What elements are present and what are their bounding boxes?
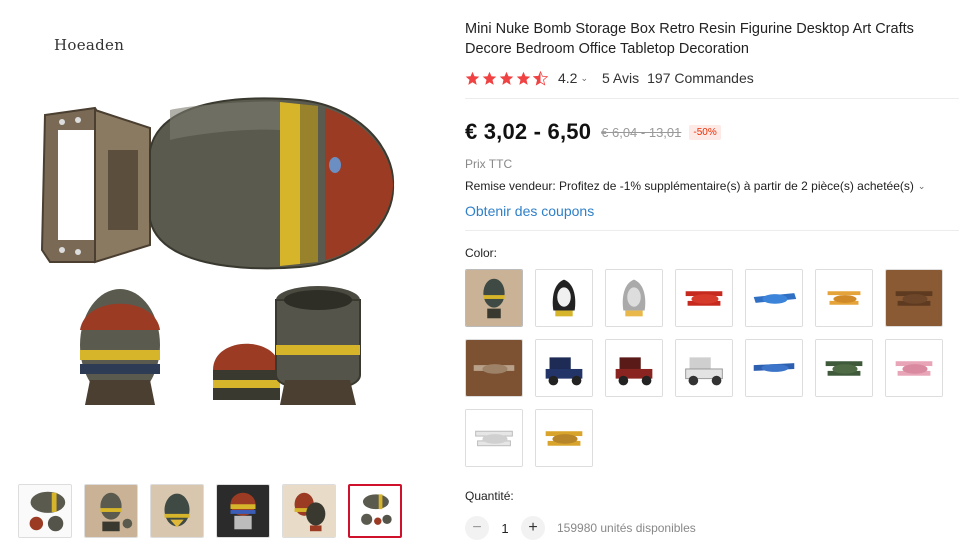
rating-row: 4.2 ⌄ 5 Avis 197 Commandes — [465, 68, 961, 88]
chevron-down-icon: ⌄ — [580, 72, 589, 83]
get-coupons-link[interactable]: Obtenir des coupons — [465, 203, 961, 219]
swatch-red-biplane[interactable] — [675, 269, 733, 327]
increment-button[interactable]: + — [521, 516, 545, 540]
swatch-blue-plane[interactable] — [745, 269, 803, 327]
star-icon — [465, 71, 480, 85]
color-label: Color: — [465, 246, 498, 260]
star-icon — [482, 71, 497, 85]
tax-note: Prix TTC — [465, 157, 513, 171]
swatch-red-vintage-car[interactable] — [605, 339, 663, 397]
swatch-egg-rocket-black[interactable] — [535, 269, 593, 327]
color-swatch-grid — [465, 269, 961, 467]
thumbnail-1[interactable] — [18, 484, 72, 538]
swatch-white-vintage-car[interactable] — [675, 339, 733, 397]
thumbnail-2[interactable] — [84, 484, 138, 538]
star-icon — [499, 71, 514, 85]
discount-badge: -50% — [689, 124, 721, 140]
divider — [465, 98, 959, 99]
quantity-value[interactable]: 1 — [489, 521, 521, 536]
quantity-stepper: − 1 + 159980 unités disponibles — [465, 516, 696, 540]
seller-discount-dropdown[interactable]: Remise vendeur: Profitez de -1% suppléme… — [465, 179, 961, 193]
swatch-bomb-photo[interactable] — [465, 269, 523, 327]
minus-icon: − — [472, 519, 482, 536]
swatch-white-biplane[interactable] — [465, 409, 523, 467]
thumbnail-4[interactable] — [216, 484, 270, 538]
price-row: € 3,02 - 6,50 € 6,04 - 13,01 -50% — [465, 119, 961, 145]
product-title: Mini Nuke Bomb Storage Box Retro Resin F… — [465, 21, 914, 57]
star-rating — [465, 70, 548, 86]
swatch-gold-biplane[interactable] — [535, 409, 593, 467]
bomb-image-icon — [40, 97, 395, 405]
plus-icon: + — [528, 519, 538, 536]
thumbnail-6-selected[interactable] — [348, 484, 402, 538]
swatch-brown-biplane-photo[interactable] — [885, 269, 943, 327]
product-info-panel: Mini Nuke Bomb Storage Box Retro Resin F… — [465, 0, 961, 467]
seller-discount-text: Remise vendeur: Profitez de -1% suppléme… — [465, 179, 914, 193]
swatch-green-biplane[interactable] — [815, 339, 873, 397]
thumbnail-3[interactable] — [150, 484, 204, 538]
current-price: € 3,02 - 6,50 — [465, 119, 592, 144]
chevron-down-icon: ⌄ — [917, 180, 926, 191]
swatch-blue-monoplane[interactable] — [745, 339, 803, 397]
half-star-icon — [533, 70, 548, 86]
rating-value-dropdown[interactable]: 4.2 ⌄ — [558, 70, 588, 86]
swatch-egg-rocket-gray[interactable] — [605, 269, 663, 327]
decrement-button[interactable]: − — [465, 516, 489, 540]
swatch-yellow-biplane[interactable] — [815, 269, 873, 327]
thumbnail-strip — [18, 484, 402, 538]
stock-available: 159980 unités disponibles — [557, 521, 696, 535]
product-main-image[interactable]: Hoeaden — [0, 0, 455, 470]
reviews-link[interactable]: 5 Avis — [602, 70, 639, 86]
quantity-label: Quantité: — [465, 489, 514, 503]
rating-value: 4.2 — [558, 70, 578, 86]
swatch-pink-biplane[interactable] — [885, 339, 943, 397]
star-icon — [516, 71, 531, 85]
divider — [465, 230, 959, 231]
swatch-blue-vintage-car[interactable] — [535, 339, 593, 397]
orders-count: 197 Commandes — [647, 70, 754, 86]
thumbnail-5[interactable] — [282, 484, 336, 538]
original-price: € 6,04 - 13,01 — [601, 124, 682, 140]
swatch-brown-plane-photo[interactable] — [465, 339, 523, 397]
